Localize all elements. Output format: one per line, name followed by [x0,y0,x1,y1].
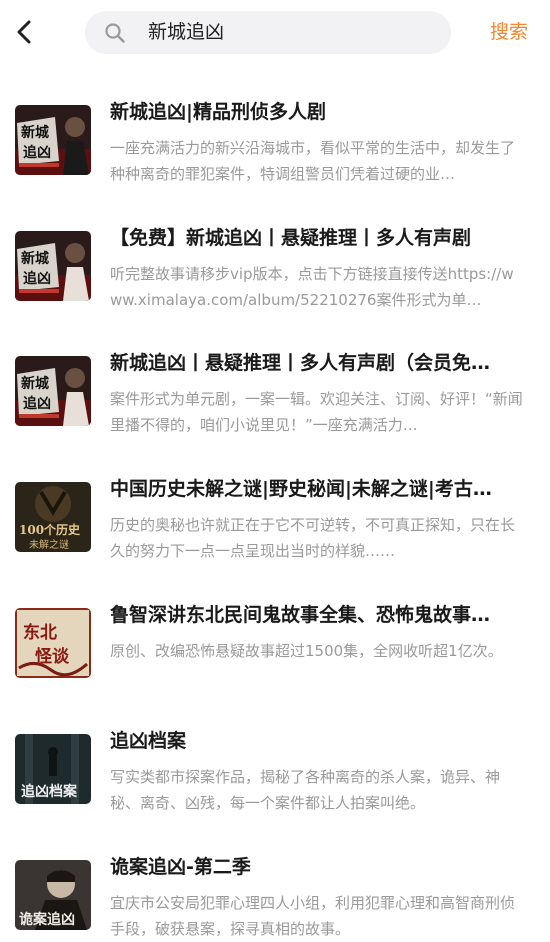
result-description: 原创、改编恐怖悬疑故事超过1500集，全网收听超1亿次。 [110,642,503,660]
result-title: 追凶档案 [110,730,187,752]
cover-text: 追凶 [23,270,51,287]
cover-text: 东北 [23,622,57,643]
result-title: 鲁智深讲东北民间鬼故事全集、恐怖鬼故事… [110,604,491,626]
result-title: 诡案追凶-第二季 [110,856,251,878]
cover-text: 追凶档案 [21,783,78,800]
result-item[interactable]: 东北 怪谈 鲁智深讲东北民间鬼故事全集、恐怖鬼故事… 原创、改编恐怖悬疑故事超过… [0,587,550,697]
search-results-page: 新城追凶 搜索 新城 追凶 新城追凶|精品刑侦多人剧 一座充满活力的新兴沿海城市… [0,0,550,942]
result-item[interactable]: 新城 追凶 新城追凶丨悬疑推理丨多人有声剧（会员免… 案件形式为单元剧，一案一辑… [0,335,550,445]
result-description: 一座充满活力的新兴沿海城市，看似平常的生活中，却发生了种种离奇的罪犯案件，特调组… [110,139,516,183]
cover-text: 新城 [21,124,49,141]
result-title: 新城追凶丨悬疑推理丨多人有声剧（会员免… [110,352,491,374]
result-item[interactable]: 100个历史 未解之谜 中国历史未解之谜|野史秘闻|未解之谜|考古… 历史的奥秘… [0,461,550,571]
cover-text: 新城 [21,375,49,392]
search-input[interactable]: 新城追凶 [148,11,438,54]
search-icon [105,23,125,43]
chevron-left-icon [17,20,31,44]
album-cover: 诡案追凶 [15,860,91,930]
cover-text: 追凶 [23,395,51,412]
album-cover: 追凶档案 [15,734,91,804]
result-item[interactable]: 追凶档案 追凶档案 写实类都市探案作品，揭秘了各种离奇的杀人案，诡异、神秘、离奇… [0,713,550,823]
cover-text: 怪谈 [35,646,70,667]
album-cover: 新城 追凶 [15,105,91,175]
result-title: 新城追凶|精品刑侦多人剧 [110,101,326,123]
result-description: 宜庆市公安局犯罪心理四人小组，利用犯罪心理和高智商刑侦手段，破获悬案，探寻真相的… [110,894,516,938]
result-description: 听完整故事请移步vip版本，点击下方链接直接传送https://www.xima… [110,265,514,309]
result-item[interactable]: 诡案追凶 诡案追凶-第二季 宜庆市公安局犯罪心理四人小组，利用犯罪心理和高智商刑… [0,839,550,942]
search-header: 新城追凶 搜索 [0,0,550,64]
result-title: 【免费】新城追凶丨悬疑推理丨多人有声剧 [110,227,472,249]
album-cover: 东北 怪谈 [15,608,91,678]
result-description: 历史的奥秘也许就正在于它不可逆转，不可真正探知，只在长久的努力下一点一点呈现出当… [110,516,516,560]
result-item[interactable]: 新城 追凶 新城追凶|精品刑侦多人剧 一座充满活力的新兴沿海城市，看似平常的生活… [0,84,550,194]
cover-text: 100个历史 [19,522,81,537]
cover-text: 诡案追凶 [19,911,75,928]
search-button[interactable]: 搜索 [490,18,528,46]
search-box[interactable]: 新城追凶 [85,11,451,54]
album-cover: 新城 追凶 [15,356,91,426]
cover-text: 未解之谜 [29,538,69,551]
cover-text: 追凶 [23,144,51,161]
album-cover: 新城 追凶 [15,231,91,301]
back-button[interactable] [8,16,38,48]
album-cover: 100个历史 未解之谜 [15,482,91,552]
result-description: 案件形式为单元剧，一案一辑。欢迎关注、订阅、好评！“新闻里播不得的，咱们小说里见… [110,390,523,434]
cover-text: 新城 [21,250,49,267]
result-description: 写实类都市探案作品，揭秘了各种离奇的杀人案，诡异、神秘、离奇、凶残，每一个案件都… [110,768,501,812]
result-item[interactable]: 新城 追凶 【免费】新城追凶丨悬疑推理丨多人有声剧 听完整故事请移步vip版本，… [0,210,550,320]
result-title: 中国历史未解之谜|野史秘闻|未解之谜|考古… [110,478,492,500]
